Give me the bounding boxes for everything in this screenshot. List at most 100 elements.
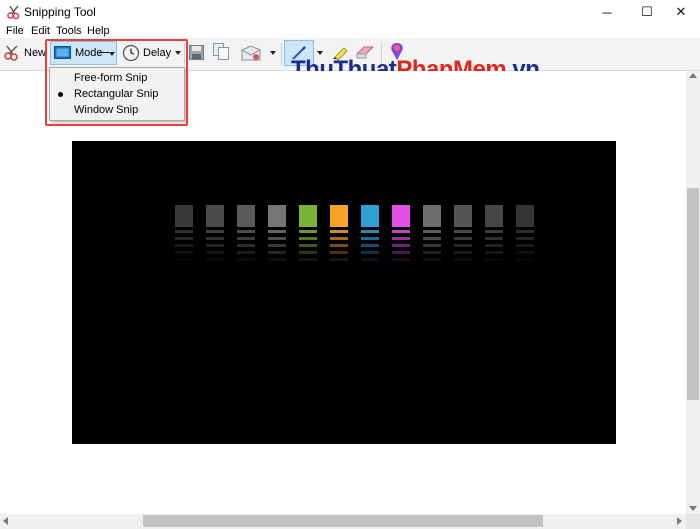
image-bar xyxy=(485,205,503,227)
mode-label: Mode xyxy=(75,47,103,59)
image-bar-stripe xyxy=(392,258,410,261)
image-bar-stripe xyxy=(206,244,224,247)
image-bar-stripe xyxy=(454,244,472,247)
image-bar-stripe xyxy=(175,258,193,261)
image-bar-stripe xyxy=(299,251,317,254)
image-bar-stripe xyxy=(392,237,410,240)
image-bar xyxy=(330,205,348,227)
image-bar-stripe xyxy=(330,251,348,254)
window-title: Snipping Tool xyxy=(24,5,96,19)
image-bar-stripe xyxy=(206,230,224,233)
image-bar-stripe xyxy=(423,258,441,261)
image-bar-stripe xyxy=(392,244,410,247)
captured-image xyxy=(72,141,616,444)
pen-dropdown-arrow-icon xyxy=(317,51,323,55)
image-bar xyxy=(392,205,410,227)
new-snip-button[interactable]: New xyxy=(2,42,47,64)
image-bar xyxy=(361,205,379,227)
new-snip-icon xyxy=(4,45,18,61)
image-bar xyxy=(299,205,317,227)
mode-button[interactable]: Mode xyxy=(50,41,117,65)
save-icon[interactable] xyxy=(189,45,204,60)
mode-dropdown-arrow-icon xyxy=(109,52,115,56)
image-bar-stripe xyxy=(361,237,379,240)
image-bar-stripe xyxy=(454,251,472,254)
image-bar-stripe xyxy=(237,244,255,247)
image-bar-stripe xyxy=(237,237,255,240)
delay-label: Delay xyxy=(143,47,172,59)
send-dropdown-arrow-icon xyxy=(270,51,276,55)
image-bar-stripe xyxy=(485,230,503,233)
image-bar-stripe xyxy=(392,230,410,233)
menu-option-window-snip[interactable]: Window Snip xyxy=(50,102,184,118)
image-bar-stripe xyxy=(330,244,348,247)
image-bar xyxy=(175,205,193,227)
image-bar-stripe xyxy=(516,244,534,247)
image-bar-stripe xyxy=(206,237,224,240)
image-bar-stripe xyxy=(268,244,286,247)
menu-option-rectangular-snip[interactable]: Rectangular Snip xyxy=(50,86,184,102)
selected-bullet-icon xyxy=(58,92,63,97)
image-bar-stripe xyxy=(330,237,348,240)
image-bar-stripe xyxy=(485,237,503,240)
image-bar xyxy=(423,205,441,227)
image-bar-stripe xyxy=(268,230,286,233)
copy-icon[interactable] xyxy=(213,43,230,61)
menu-tools[interactable]: Tools xyxy=(56,25,82,37)
image-bar-stripe xyxy=(423,237,441,240)
image-bar-stripe xyxy=(268,258,286,261)
image-bar-stripe xyxy=(423,230,441,233)
scroll-down-arrow-icon[interactable] xyxy=(689,506,697,511)
close-button[interactable]: ✕ xyxy=(658,0,700,24)
image-bar-stripe xyxy=(392,251,410,254)
menu-option-label: Window Snip xyxy=(74,104,139,116)
scissors-app-icon xyxy=(7,5,20,20)
image-bar-stripe xyxy=(237,258,255,261)
image-bar-stripe xyxy=(299,244,317,247)
image-bar-stripe xyxy=(485,258,503,261)
image-bar-stripe xyxy=(299,258,317,261)
menu-option-free-form-snip[interactable]: Free-form Snip xyxy=(50,70,184,86)
menu-option-label: Free-form Snip xyxy=(74,72,148,84)
image-bar-stripe xyxy=(206,251,224,254)
vertical-scroll-thumb[interactable] xyxy=(687,188,699,400)
menu-option-label: Rectangular Snip xyxy=(74,88,159,100)
horizontal-scroll-thumb[interactable] xyxy=(143,515,543,527)
mode-dropdown-menu: Free-form Snip Rectangular Snip Window S… xyxy=(49,67,185,121)
mode-underline xyxy=(99,52,109,53)
send-snip-button[interactable] xyxy=(239,42,279,64)
image-bar-stripe xyxy=(361,258,379,261)
image-bar-stripe xyxy=(454,258,472,261)
image-bar-stripe xyxy=(237,251,255,254)
image-bar-stripe xyxy=(268,237,286,240)
image-bar-stripe xyxy=(516,258,534,261)
menu-help[interactable]: Help xyxy=(87,25,110,37)
delay-button[interactable]: Delay xyxy=(120,42,184,64)
image-bar-stripe xyxy=(361,251,379,254)
delay-dropdown-arrow-icon xyxy=(175,51,181,55)
image-bar-stripe xyxy=(268,251,286,254)
image-bars xyxy=(72,141,616,444)
image-bar-stripe xyxy=(485,244,503,247)
menu-file[interactable]: File xyxy=(6,25,24,37)
image-bar-stripe xyxy=(516,230,534,233)
send-email-icon xyxy=(241,45,261,61)
scroll-up-arrow-icon[interactable] xyxy=(689,73,697,78)
image-bar-stripe xyxy=(299,237,317,240)
image-bar-stripe xyxy=(330,230,348,233)
image-bar xyxy=(454,205,472,227)
image-bar-stripe xyxy=(299,230,317,233)
scroll-right-arrow-icon[interactable] xyxy=(677,517,682,525)
image-bar-stripe xyxy=(237,230,255,233)
menu-edit[interactable]: Edit xyxy=(31,25,50,37)
image-bar xyxy=(237,205,255,227)
image-bar-stripe xyxy=(175,251,193,254)
image-bar-stripe xyxy=(330,258,348,261)
image-bar-stripe xyxy=(361,244,379,247)
rectangle-mode-icon xyxy=(54,46,71,59)
new-label: New xyxy=(24,47,47,59)
scroll-left-arrow-icon[interactable] xyxy=(3,517,8,525)
image-bar-stripe xyxy=(454,237,472,240)
image-bar xyxy=(516,205,534,227)
image-bar-stripe xyxy=(175,230,193,233)
